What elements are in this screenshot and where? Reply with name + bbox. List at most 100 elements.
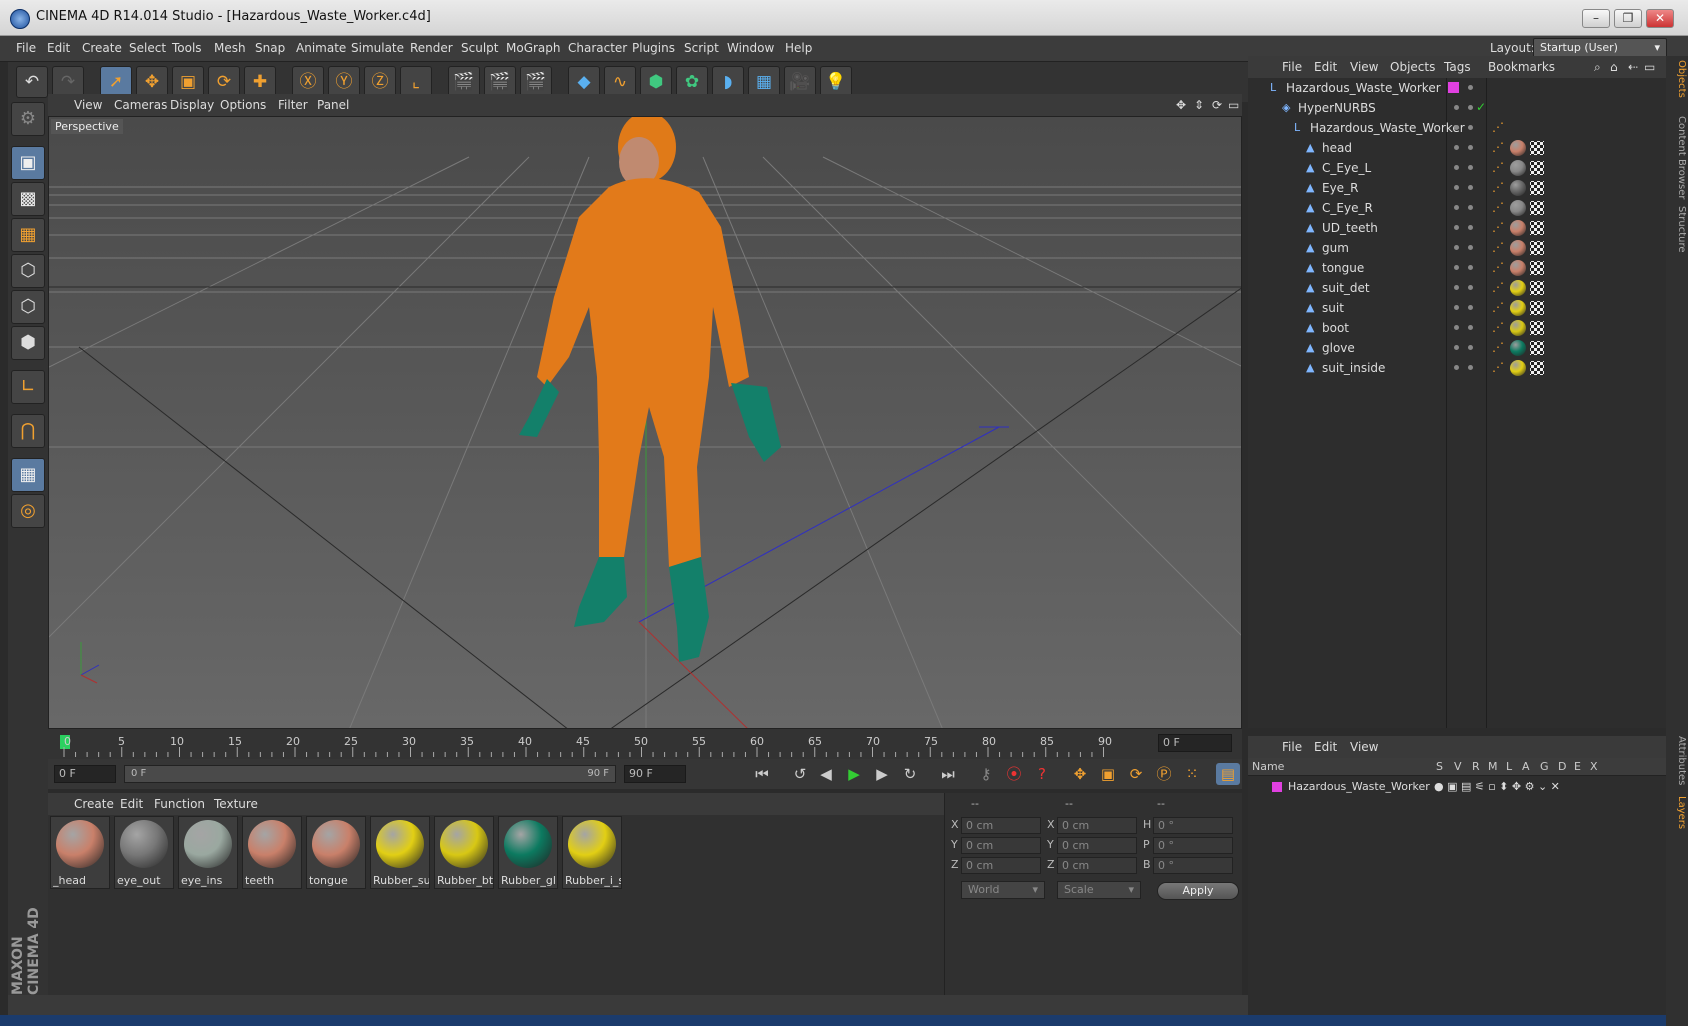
render-visibility-dot[interactable]: [1468, 265, 1473, 270]
object-row[interactable]: ▲ C_Eye_R ⋰: [1248, 198, 1666, 218]
position-z-field[interactable]: 0 cm: [961, 857, 1041, 874]
uvw-tag-icon[interactable]: [1530, 341, 1544, 355]
uvw-tag-icon[interactable]: [1530, 241, 1544, 255]
soft-selection-button[interactable]: ◎: [11, 494, 45, 528]
phong-tag-icon[interactable]: ⋰: [1492, 320, 1504, 334]
position-x-field[interactable]: 0 cm: [961, 817, 1041, 834]
editor-visibility-dot[interactable]: [1454, 145, 1459, 150]
points-mode-button[interactable]: ⬡: [11, 254, 45, 288]
object-row[interactable]: ◈ HyperNURBS ✓: [1248, 98, 1666, 118]
snap-button[interactable]: ⋂: [11, 414, 45, 448]
phong-tag-icon[interactable]: ⋰: [1492, 240, 1504, 254]
layer-col-generators[interactable]: G: [1540, 760, 1549, 773]
texture-mode-button[interactable]: ▩: [11, 182, 45, 216]
material-tag-icon[interactable]: [1510, 340, 1526, 356]
parameter-key-button[interactable]: Ⓟ: [1152, 763, 1176, 785]
object-row[interactable]: ▲ UD_teeth ⋰: [1248, 218, 1666, 238]
viewport-rotate-icon[interactable]: ⟳: [1212, 98, 1222, 112]
rotation-key-button[interactable]: ⟳: [1124, 763, 1148, 785]
object-menu-tags[interactable]: Tags: [1444, 60, 1471, 74]
perspective-viewport[interactable]: Perspective: [48, 116, 1242, 729]
material-swatch[interactable]: Rubber_i_s: [562, 816, 622, 889]
material-swatch[interactable]: _head: [50, 816, 110, 889]
layer-col-render[interactable]: R: [1472, 760, 1480, 773]
home-icon[interactable]: ⌂: [1610, 60, 1618, 74]
object-menu-view[interactable]: View: [1350, 60, 1378, 74]
object-menu-bookmarks[interactable]: Bookmarks: [1488, 60, 1555, 74]
object-row[interactable]: ▲ gum ⋰: [1248, 238, 1666, 258]
object-row[interactable]: ▲ tongue ⋰: [1248, 258, 1666, 278]
menu-mesh[interactable]: Mesh: [214, 41, 246, 55]
render-visibility-dot[interactable]: [1468, 325, 1473, 330]
scale-y-field[interactable]: 0 cm: [1057, 837, 1137, 854]
render-visibility-dot[interactable]: [1468, 105, 1473, 110]
uvw-tag-icon[interactable]: [1530, 161, 1544, 175]
menu-mograph[interactable]: MoGraph: [506, 41, 561, 55]
object-row[interactable]: L Hazardous_Waste_Worker ⋰: [1248, 118, 1666, 138]
menu-plugins[interactable]: Plugins: [632, 41, 675, 55]
viewport-menu-options[interactable]: Options: [220, 98, 266, 112]
go-to-end-button[interactable]: ⏭: [936, 763, 960, 785]
editor-visibility-dot[interactable]: [1454, 245, 1459, 250]
object-menu-objects[interactable]: Objects: [1390, 60, 1435, 74]
object-menu-file[interactable]: File: [1282, 60, 1302, 74]
enabled-check-icon[interactable]: ✓: [1476, 100, 1486, 114]
phong-tag-icon[interactable]: ⋰: [1492, 140, 1504, 154]
editor-visibility-dot[interactable]: [1454, 305, 1459, 310]
polygons-mode-button[interactable]: ⬢: [11, 326, 45, 360]
position-y-field[interactable]: 0 cm: [961, 837, 1041, 854]
timeline-ruler[interactable]: 0 5 10 15 20 25 30 35 40 45 50 55 60 65 …: [48, 729, 1242, 759]
render-visibility-dot[interactable]: [1468, 245, 1473, 250]
viewport-menu-filter[interactable]: Filter: [278, 98, 308, 112]
object-row[interactable]: ▲ boot ⋰: [1248, 318, 1666, 338]
phong-tag-icon[interactable]: ⋰: [1492, 200, 1504, 214]
viewport-menu-display[interactable]: Display: [170, 98, 214, 112]
editor-visibility-dot[interactable]: [1454, 225, 1459, 230]
object-menu-edit[interactable]: Edit: [1314, 60, 1337, 74]
menu-script[interactable]: Script: [684, 41, 719, 55]
tab-content-browser[interactable]: Content Browser: [1667, 116, 1687, 199]
menu-character[interactable]: Character: [568, 41, 627, 55]
next-frame-button[interactable]: ▶: [870, 763, 894, 785]
model-mode-button[interactable]: ▣: [11, 146, 45, 180]
layer-menu-file[interactable]: File: [1282, 740, 1302, 754]
render-visibility-dot[interactable]: [1468, 345, 1473, 350]
material-menu-function[interactable]: Function: [154, 797, 205, 811]
tab-attributes[interactable]: Attributes: [1667, 736, 1687, 785]
object-row[interactable]: ▲ head ⋰: [1248, 138, 1666, 158]
material-menu-edit[interactable]: Edit: [120, 797, 143, 811]
render-visibility-dot[interactable]: [1468, 185, 1473, 190]
material-swatch[interactable]: Rubber_bt: [434, 816, 494, 889]
render-visibility-dot[interactable]: [1468, 85, 1473, 90]
object-row[interactable]: ▲ suit ⋰: [1248, 298, 1666, 318]
menu-render[interactable]: Render: [410, 41, 453, 55]
viewport-maximize-icon[interactable]: ▭: [1228, 98, 1239, 112]
material-tag-icon[interactable]: [1510, 140, 1526, 156]
play-button[interactable]: ▶: [842, 763, 866, 785]
material-tag-icon[interactable]: [1510, 240, 1526, 256]
scale-x-field[interactable]: 0 cm: [1057, 817, 1137, 834]
uvw-tag-icon[interactable]: [1530, 181, 1544, 195]
material-tag-icon[interactable]: [1510, 200, 1526, 216]
material-tag-icon[interactable]: [1510, 320, 1526, 336]
material-tag-icon[interactable]: [1510, 180, 1526, 196]
render-visibility-dot[interactable]: [1468, 205, 1473, 210]
layer-col-xref[interactable]: X: [1590, 760, 1598, 773]
minimize-button[interactable]: –: [1582, 9, 1610, 28]
phong-tag-icon[interactable]: ⋰: [1492, 360, 1504, 374]
new-panel-icon[interactable]: ▭: [1644, 60, 1655, 74]
workplane-mode-button[interactable]: ▦: [11, 218, 45, 252]
uvw-tag-icon[interactable]: [1530, 141, 1544, 155]
render-visibility-dot[interactable]: [1468, 285, 1473, 290]
edges-mode-button[interactable]: ⬡: [11, 290, 45, 324]
material-tag-icon[interactable]: [1510, 160, 1526, 176]
layer-col-animation[interactable]: A: [1522, 760, 1530, 773]
frame-range-slider[interactable]: 0 F 90 F: [124, 765, 616, 783]
viewport-zoom-icon[interactable]: ⇕: [1194, 98, 1204, 112]
layout-dropdown[interactable]: Startup (User) ▾: [1533, 38, 1667, 58]
tab-structure[interactable]: Structure: [1667, 206, 1687, 253]
previous-key-button[interactable]: ↺: [788, 763, 812, 785]
phong-tag-icon[interactable]: ⋰: [1492, 220, 1504, 234]
layer-col-expressions[interactable]: E: [1574, 760, 1581, 773]
undo-button[interactable]: ↶: [16, 66, 48, 98]
